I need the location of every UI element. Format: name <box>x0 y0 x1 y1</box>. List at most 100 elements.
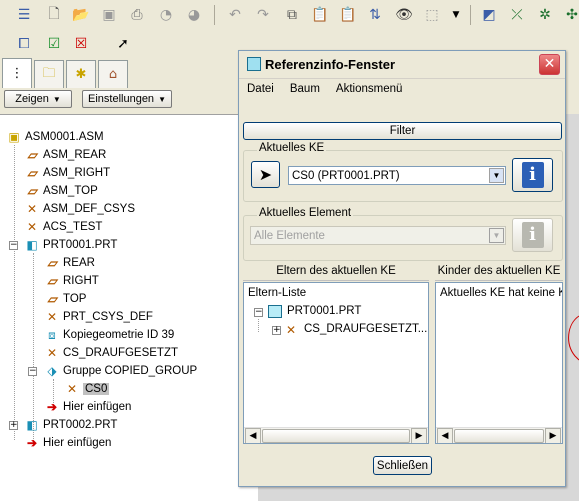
context-help-icon[interactable]: ➚ <box>112 33 134 55</box>
window-close-icon[interactable]: ☒ <box>70 33 92 55</box>
datum-plane-icon: ▱ <box>47 292 57 306</box>
send-icon[interactable]: ◔ <box>155 4 177 26</box>
close-button-label: Schließen <box>376 459 429 472</box>
children-text: Aktuelles KE hat keine K <box>440 287 563 299</box>
tree-item-prt-csys-def[interactable]: ✕ PRT_CSYS_DEF <box>44 309 153 325</box>
chevron-down-icon: ▼ <box>489 168 504 183</box>
parents-pane: Eltern-Liste − PRT0001.PRT + ✕ CS_DRAUFG… <box>243 282 429 444</box>
connections-tab[interactable]: ⌂ <box>98 60 128 88</box>
chevron-down-icon: ▼ <box>489 228 504 243</box>
tree-item-insert-here[interactable]: ➔ Hier einfügen <box>44 399 131 415</box>
current-element-group-label: Aktuelles Element <box>257 207 354 219</box>
collapse-icon[interactable]: − <box>28 367 37 376</box>
tree-item-asm-def-csys[interactable]: ✕ ASM_DEF_CSYS <box>24 201 135 217</box>
menu-datei[interactable]: Datei <box>239 83 282 95</box>
tree-item-insert-here-asm[interactable]: ➔ Hier einfügen <box>24 435 111 451</box>
collapse-icon[interactable]: − <box>9 241 18 250</box>
print-icon[interactable]: ⎙ <box>126 4 148 26</box>
dialog-titlebar[interactable]: Referenzinfo-Fenster ✕ <box>239 51 565 79</box>
regenerate-icon[interactable]: ⇅ <box>364 4 386 26</box>
current-feature-value: CS0 (PRT0001.PRT) <box>292 169 400 182</box>
parents-item-prt0001[interactable]: PRT0001.PRT <box>287 305 361 317</box>
window-activate-icon[interactable]: ⧠ <box>13 33 35 55</box>
coordinate-system-icon: ✕ <box>46 310 58 324</box>
send-icon-2[interactable]: ◕ <box>183 4 205 26</box>
tree-item-cs-draufgesetzt[interactable]: ✕ CS_DRAUFGESETZT <box>44 345 178 361</box>
tree-item-label: ASM_REAR <box>43 149 107 161</box>
tree-item-rear[interactable]: ▱ REAR <box>44 255 95 271</box>
parents-item-cs-draufgesetzt[interactable]: CS_DRAUFGESETZT... <box>304 323 427 335</box>
current-feature-select[interactable]: CS0 (PRT0001.PRT) ▼ <box>288 166 506 185</box>
redo-icon[interactable]: ↷ <box>252 4 274 26</box>
close-icon[interactable]: ✕ <box>539 54 560 75</box>
show-button[interactable]: Zeigen ▼ <box>4 90 72 108</box>
tree-item-cs0[interactable]: ✕ CS0 <box>64 381 110 397</box>
new-icon[interactable]: 🗋 <box>43 4 65 26</box>
datum-csys-icon[interactable]: ✲ <box>534 4 556 26</box>
scroll-left-icon[interactable]: ◀ <box>437 428 453 443</box>
toolbar-separator <box>214 5 215 25</box>
select-feature-button[interactable]: ➤ <box>251 161 280 188</box>
model-tree: ▣ ASM0001.ASM ▱ ASM_REAR ▱ ASM_RIGHT ▱ A… <box>0 114 258 501</box>
expand-icon[interactable]: + <box>272 326 281 335</box>
close-button[interactable]: Schließen <box>373 456 432 475</box>
settings-button[interactable]: Einstellungen ▼ <box>82 90 172 108</box>
tree-item-asm0001[interactable]: ▣ ASM0001.ASM <box>6 129 103 145</box>
datum-plane-icon[interactable]: ◩ <box>478 4 500 26</box>
select-list-icon[interactable]: ☰ <box>13 4 35 26</box>
scroll-left-icon[interactable]: ◀ <box>245 428 261 443</box>
tree-item-label: PRT0002.PRT <box>43 419 118 431</box>
paste-icon[interactable]: 📋 <box>309 4 331 26</box>
scroll-right-icon[interactable]: ▶ <box>411 428 427 443</box>
tree-item-label: PRT_CSYS_DEF <box>63 311 153 323</box>
menu-baum[interactable]: Baum <box>282 83 328 95</box>
expand-icon[interactable]: + <box>9 421 18 430</box>
open-icon[interactable]: 📂 <box>70 4 92 26</box>
current-element-select[interactable]: Alle Elemente ▼ <box>250 226 506 245</box>
paste-special-icon[interactable]: 📋 <box>337 4 359 26</box>
parents-hscrollbar[interactable]: ◀ ▶ <box>244 427 428 443</box>
copy-icon[interactable]: ⧉ <box>281 4 303 26</box>
collapse-icon[interactable]: − <box>254 308 263 317</box>
navigator-tabs: ⋮ 🗀 ✱ ⌂ <box>0 58 238 88</box>
tree-item-acs-test[interactable]: ✕ ACS_TEST <box>24 219 102 235</box>
tree-item-group-copied[interactable]: ⬗ Gruppe COPIED_GROUP <box>44 363 197 379</box>
group-icon: ⬗ <box>47 364 57 378</box>
tree-item-prt0001[interactable]: ◧ PRT0001.PRT <box>24 237 117 253</box>
copy-geometry-icon: ⧈ <box>48 328 56 342</box>
tree-item-copy-geometry[interactable]: ⧈ Kopiegeometrie ID 39 <box>44 327 174 343</box>
find-icon[interactable]: 👁 <box>393 4 415 26</box>
tree-item-prt0002[interactable]: ◧ PRT0002.PRT <box>24 417 117 433</box>
favorites-tab[interactable]: ✱ <box>66 60 96 88</box>
tree-item-asm-right[interactable]: ▱ ASM_RIGHT <box>24 165 110 181</box>
window-check-icon[interactable]: ☑ <box>43 33 65 55</box>
tree-item-asm-top[interactable]: ▱ ASM_TOP <box>24 183 97 199</box>
tree-item-asm-rear[interactable]: ▱ ASM_REAR <box>24 147 106 163</box>
save-icon[interactable]: ▣ <box>98 4 120 26</box>
tree-item-label: CS0 <box>83 383 110 395</box>
children-hscrollbar[interactable]: ◀ ▶ <box>436 427 562 443</box>
datum-point-icon[interactable]: ✣ <box>561 4 579 26</box>
select-box-icon[interactable]: ⬚ <box>421 4 443 26</box>
settings-button-label: Einstellungen <box>88 93 155 105</box>
tree-line <box>258 319 259 332</box>
model-tree-tab[interactable]: ⋮ <box>2 58 32 88</box>
menu-aktionsmenu[interactable]: Aktionsmenü <box>328 83 410 95</box>
datum-axis-icon[interactable]: ⤫ <box>506 4 528 26</box>
datum-plane-icon: ▱ <box>47 274 57 288</box>
tree-item-label: TOP <box>63 293 87 305</box>
reference-info-dialog: Referenzinfo-Fenster ✕ Datei Baum Aktion… <box>238 50 566 487</box>
dropdown-icon[interactable]: ▼ <box>445 4 467 26</box>
feature-info-button[interactable]: i <box>512 158 553 192</box>
folder-browser-tab[interactable]: 🗀 <box>34 60 64 88</box>
tree-item-top[interactable]: ▱ TOP <box>44 291 86 307</box>
scroll-thumb[interactable] <box>262 429 410 443</box>
tree-item-right[interactable]: ▱ RIGHT <box>44 273 99 289</box>
scroll-right-icon[interactable]: ▶ <box>545 428 561 443</box>
filter-button[interactable]: Filter <box>243 122 562 140</box>
tree-item-label: RIGHT <box>63 275 99 287</box>
tree-line <box>33 253 34 443</box>
scroll-thumb[interactable] <box>454 429 544 443</box>
element-info-button[interactable]: i <box>512 218 553 252</box>
undo-icon[interactable]: ↶ <box>224 4 246 26</box>
